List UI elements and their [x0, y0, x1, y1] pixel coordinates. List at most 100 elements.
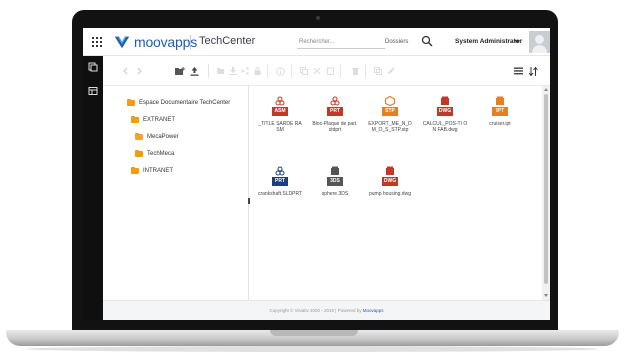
folder-icon: [131, 116, 139, 123]
drawing-file-icon: DWG: [437, 96, 453, 120]
file-item[interactable]: ASM _TITLE SARDE RASM: [257, 96, 303, 133]
scroll-down-arrow-icon[interactable]: [544, 294, 548, 297]
file-type-badge: PRT: [327, 107, 343, 116]
cad-part-icon: PRT: [327, 96, 343, 120]
file-item[interactable]: IPT cruiser.ipt: [477, 96, 523, 127]
info-icon[interactable]: [275, 66, 285, 76]
step-file-icon: STP: [382, 96, 398, 120]
tree-item-label: INTRANET: [143, 168, 173, 174]
toolbar-divider: [208, 64, 209, 78]
file-grid: ASM _TITLE SARDE RASM PRT Bloc-Plaque de…: [250, 86, 542, 300]
edit-icon[interactable]: [386, 66, 396, 76]
folder-icon: [131, 167, 139, 174]
toolbar: [103, 56, 550, 86]
drawing-file-icon: DWG: [382, 166, 398, 190]
folder-icon: [127, 99, 135, 106]
file-type-badge: PRT: [272, 177, 288, 186]
tree-item-mecapower[interactable]: MecaPower: [135, 132, 179, 142]
folder-open-icon: [135, 133, 143, 140]
tree-item-intranet[interactable]: INTRANET: [131, 166, 173, 176]
toolbar-divider: [291, 64, 292, 78]
app-launcher-icon[interactable]: [92, 37, 102, 47]
panel-icon[interactable]: [88, 86, 98, 96]
tree-item-label: TechMeca: [147, 151, 175, 157]
file-item[interactable]: PRT Bloc-Plaque de part.stdprt: [312, 96, 358, 133]
paste-icon[interactable]: [325, 66, 335, 76]
list-view-icon[interactable]: [513, 66, 523, 76]
laptop-mockup: moovapps TechCenter Rechercher... Dossie…: [0, 0, 625, 356]
file-name: sphere.3DS: [321, 191, 349, 197]
move-icon[interactable]: [216, 66, 226, 76]
new-folder-icon[interactable]: [175, 66, 185, 76]
avatar[interactable]: [529, 31, 550, 53]
tree-item-extranet[interactable]: EXTRANET: [131, 115, 175, 125]
tree-item-label: Espace Documentaire TechCenter: [139, 100, 231, 106]
back-icon[interactable]: [121, 66, 131, 76]
download-icon[interactable]: [228, 66, 238, 76]
tree-item-label: EXTRANET: [143, 117, 176, 123]
file-item[interactable]: STP EXPORT_ME_N_D M_O_S_STP.stp: [367, 96, 413, 133]
file-item[interactable]: 3DS sphere.3DS: [312, 166, 358, 197]
file-type-badge: STP: [382, 107, 398, 116]
inventor-part-icon: IPT: [492, 96, 508, 120]
file-type-badge: DWG: [437, 107, 453, 116]
share-icon[interactable]: [240, 66, 250, 76]
logo-text: moovapps: [134, 34, 197, 50]
brand-logo[interactable]: moovapps: [113, 32, 197, 52]
forward-icon[interactable]: [134, 66, 144, 76]
tree-item-techmeca[interactable]: TechMeca: [135, 149, 174, 159]
tree-item-label: MecaPower: [147, 134, 179, 140]
lock-icon[interactable]: [252, 66, 262, 76]
toolbar-divider: [365, 64, 366, 78]
documents-icon[interactable]: [88, 62, 98, 72]
search-icon[interactable]: [421, 35, 433, 47]
footer-copyright: Copyright © Visiativ 2000 - 2019 | Power…: [269, 308, 363, 313]
chevron-down-icon[interactable]: [514, 40, 520, 43]
file-name: _TITLE SARDE RASM: [258, 121, 302, 133]
header-divider: [190, 35, 191, 49]
folder-icon: [135, 150, 143, 157]
file-name: pump housing.dwg: [369, 191, 411, 197]
file-name: crankshaft.SLDPRT: [257, 191, 303, 197]
3d-model-icon: 3DS: [327, 166, 343, 190]
file-item[interactable]: PRT crankshaft.SLDPRT: [257, 166, 303, 197]
app-screen: moovapps TechCenter Rechercher... Dossie…: [83, 28, 550, 320]
toolbar-divider: [340, 64, 341, 78]
delete-icon[interactable]: [350, 66, 360, 76]
cad-part-icon: PRT: [272, 166, 288, 190]
search-scope-select[interactable]: Dossiers: [385, 35, 408, 49]
laptop-shadow: [26, 346, 599, 352]
folder-tree: Espace Documentaire TechCenter EXTRANET …: [103, 86, 249, 300]
scroll-up-arrow-icon[interactable]: [544, 88, 548, 91]
tree-item-root[interactable]: Espace Documentaire TechCenter: [127, 98, 230, 108]
site-title: TechCenter: [199, 35, 256, 47]
copy-icon[interactable]: [299, 66, 309, 76]
file-type-badge: IPT: [492, 107, 508, 116]
file-item[interactable]: DWG pump housing.dwg: [367, 166, 413, 197]
file-name: CALCUL_POS-TI ON FAB.dwg: [422, 121, 468, 133]
vertical-scrollbar[interactable]: [542, 86, 550, 300]
moovapps-logo-icon: [114, 36, 130, 49]
upload-icon[interactable]: [189, 66, 199, 76]
duplicate-icon[interactable]: [373, 66, 383, 76]
webcam: [316, 16, 320, 20]
file-name: EXPORT_ME_N_D M_O_S_STP.stp: [368, 121, 412, 133]
cut-icon[interactable]: [312, 66, 322, 76]
file-type-badge: 3DS: [327, 177, 343, 186]
laptop-hinge-notch: [270, 330, 358, 336]
app-header: moovapps TechCenter Rechercher... Dossie…: [83, 28, 550, 56]
toolbar-divider: [267, 64, 268, 78]
file-type-badge: DWG: [382, 177, 398, 186]
footer-brand-link[interactable]: Moovapps: [363, 308, 384, 313]
file-type-badge: ASM: [272, 107, 288, 116]
user-menu[interactable]: System Administrator: [455, 35, 522, 49]
app-footer: Copyright © Visiativ 2000 - 2019 | Power…: [103, 300, 550, 320]
file-name: Bloc-Plaque de part.stdprt: [312, 121, 358, 133]
left-rail: [83, 56, 103, 320]
file-name: cruiser.ipt: [489, 121, 511, 127]
sort-icon[interactable]: [528, 66, 538, 76]
search-input[interactable]: Rechercher...: [297, 35, 385, 49]
cad-assembly-icon: ASM: [272, 96, 288, 120]
file-item[interactable]: DWG CALCUL_POS-TI ON FAB.dwg: [422, 96, 468, 133]
scroll-thumb[interactable]: [544, 94, 548, 284]
